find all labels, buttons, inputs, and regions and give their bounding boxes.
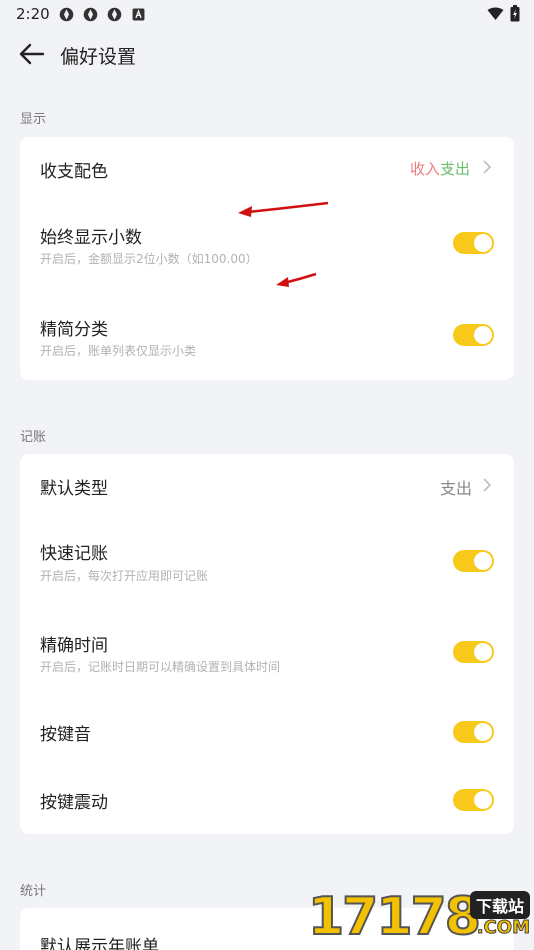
income-color-label: 收入	[409, 160, 440, 178]
expense-color-label: 支出	[439, 160, 470, 178]
row-description: 开启后，金额显示2位小数（如100.00）	[40, 252, 258, 266]
watermark-digits: 17178	[307, 886, 482, 948]
page-title: 偏好设置	[60, 46, 137, 68]
simple-category-toggle[interactable]	[453, 324, 494, 346]
app-notification-icon	[59, 7, 74, 22]
row-description: 开启后，每次打开应用即可记账	[40, 569, 209, 583]
row-label: 始终显示小数	[40, 228, 142, 248]
chevron-right-icon	[483, 160, 492, 174]
color-scheme-row[interactable]: 收支配色 收入 / 支出	[20, 137, 514, 197]
default-type-row[interactable]: 默认类型 支出	[20, 454, 514, 516]
row-label: 精简分类	[40, 320, 108, 340]
preferences-screen: 2:20 偏好设置 显示 收支配色 收入 / 支出 始终显示小数 开启后，金额显…	[0, 0, 534, 950]
row-description: 开启后，记账时日期可以精确设置到具体时间	[40, 660, 281, 674]
row-label: 按键震动	[40, 793, 108, 813]
status-bar: 2:20	[0, 0, 534, 28]
row-label: 默认类型	[40, 479, 108, 499]
row-label: 默认展示年账单	[40, 937, 159, 950]
watermark-badge: 下载站	[469, 891, 530, 919]
default-type-value: 支出	[439, 479, 472, 498]
display-card: 收支配色 收入 / 支出 始终显示小数 开启后，金额显示2位小数（如100.00…	[20, 137, 514, 380]
row-label: 按键音	[40, 725, 91, 745]
row-label: 收支配色	[40, 162, 108, 182]
site-watermark: 17178 下载站 .COM	[307, 885, 534, 950]
battery-icon	[510, 5, 520, 22]
watermark-domain: .COM	[476, 917, 530, 939]
section-title-display: 显示	[20, 112, 47, 127]
section-title-bookkeeping: 记账	[20, 430, 47, 445]
back-button[interactable]	[14, 38, 50, 70]
always-show-decimal-toggle[interactable]	[453, 232, 494, 254]
key-sound-toggle[interactable]	[453, 721, 494, 743]
wifi-icon	[487, 7, 504, 20]
row-description: 开启后，账单列表仅显示小类	[40, 344, 197, 358]
key-sound-row: 按键音	[20, 704, 514, 760]
app-header: 偏好设置	[0, 28, 534, 82]
precise-time-row: 精确时间 开启后，记账时日期可以精确设置到具体时间	[20, 622, 514, 686]
key-vibrate-toggle[interactable]	[453, 789, 494, 811]
bookkeeping-card: 默认类型 支出 快速记账 开启后，每次打开应用即可记账 精确时间 开启后，记账时…	[20, 454, 514, 834]
red-arrow-annotation	[276, 272, 317, 287]
notification-icons	[58, 6, 147, 23]
row-label: 精确时间	[40, 636, 108, 656]
app-notification-icon	[107, 7, 122, 22]
precise-time-toggle[interactable]	[453, 641, 494, 663]
simple-category-row: 精简分类 开启后，账单列表仅显示小类	[20, 305, 514, 369]
key-vibrate-row: 按键震动	[20, 772, 514, 828]
quick-bookkeeping-toggle[interactable]	[453, 550, 494, 572]
quick-bookkeeping-row: 快速记账 开启后，每次打开应用即可记账	[20, 530, 514, 594]
font-app-icon	[132, 8, 145, 21]
row-label: 快速记账	[40, 544, 108, 564]
section-title-stats: 统计	[20, 884, 47, 899]
always-show-decimal-row: 始终显示小数 开启后，金额显示2位小数（如100.00）	[20, 213, 514, 277]
back-arrow-icon	[19, 43, 45, 65]
system-icons	[487, 5, 520, 22]
chevron-right-icon	[483, 478, 492, 492]
status-time: 2:20	[16, 5, 50, 23]
app-notification-icon	[83, 7, 98, 22]
red-arrow-annotation	[238, 201, 329, 217]
